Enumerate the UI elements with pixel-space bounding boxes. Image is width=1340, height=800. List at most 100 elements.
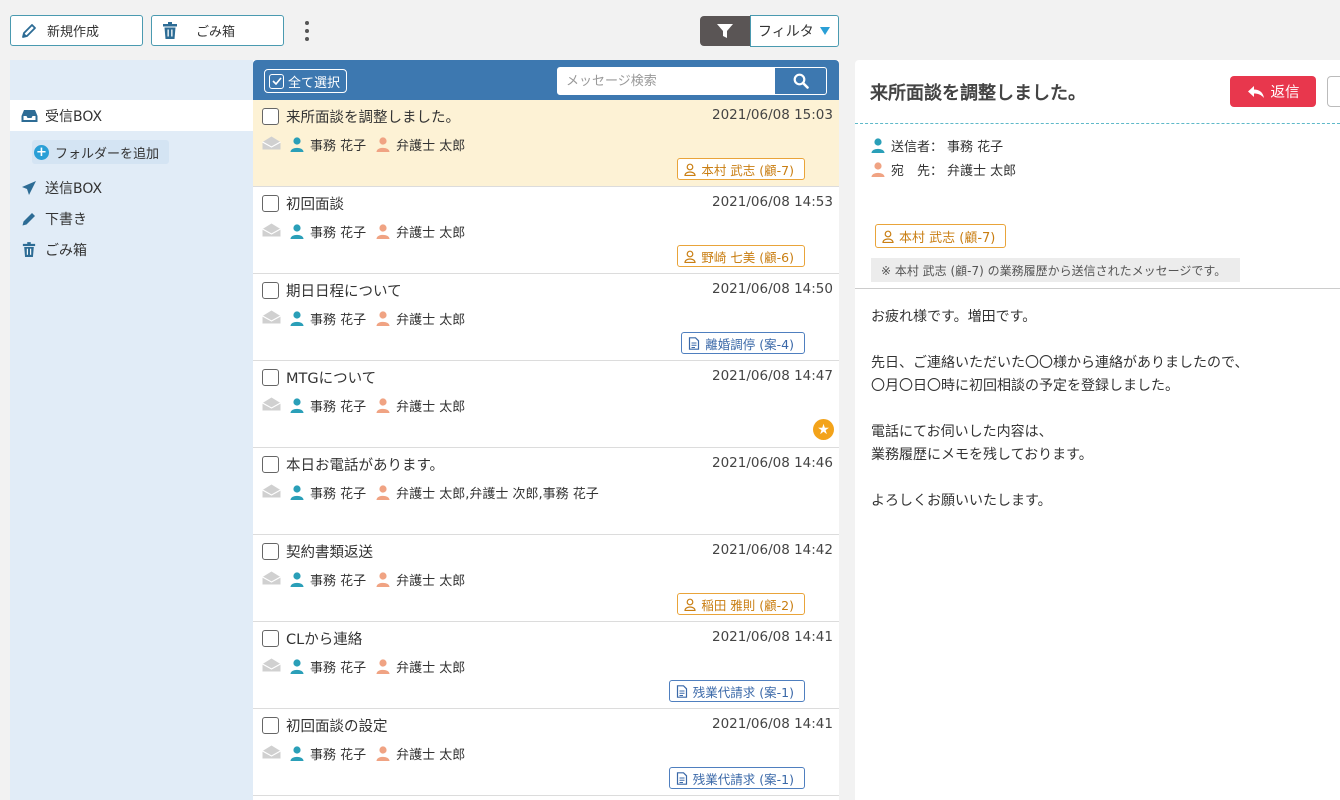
sidebar-item-label: 下書き (45, 211, 87, 228)
envelope-open-icon (262, 571, 281, 585)
recipient-name: 弁護士 太郎 (947, 164, 1017, 179)
message-subject: 契約書類返送 (286, 545, 373, 561)
star-icon[interactable]: ★ (813, 419, 834, 440)
message-recipients: 弁護士 太郎 (396, 574, 466, 589)
row-checkbox[interactable] (262, 543, 279, 560)
message-row[interactable]: MTGについて 2021/06/08 14:47 事務 花子 弁護士 太郎 ★ (253, 361, 839, 448)
message-participants: 事務 花子 弁護士 太郎 (290, 657, 475, 676)
message-date: 2021/06/08 14:50 (711, 281, 833, 297)
row-checkbox[interactable] (262, 456, 279, 473)
message-row[interactable]: CLから連絡 2021/06/08 14:41 事務 花子 弁護士 太郎 残業代… (253, 622, 839, 709)
sidebar-item-inbox[interactable]: 受信BOX (10, 100, 253, 131)
message-subject: 期日日程について (286, 284, 402, 300)
reply-button[interactable]: 返信 (1230, 76, 1316, 107)
filter-dropdown[interactable]: フィルタ (750, 15, 839, 47)
new-message-button[interactable]: 新規作成 (10, 15, 143, 46)
add-folder-label: フォルダーを追加 (55, 146, 160, 162)
recipient-person-icon (376, 572, 390, 587)
more-menu-icon[interactable] (300, 18, 314, 44)
message-row[interactable]: 初回面談の設定 2021/06/08 14:41 事務 花子 弁護士 太郎 残業… (253, 709, 839, 796)
recipient-person-icon (376, 746, 390, 761)
message-row[interactable]: 本日お電話があります。 2021/06/08 14:46 事務 花子 弁護士 太… (253, 448, 839, 535)
message-date: 2021/06/08 15:03 (711, 107, 833, 123)
sidebar-item-drafts[interactable]: 下書き (10, 203, 253, 234)
message-sender: 事務 花子 (310, 487, 367, 502)
tag-label: 本村 武志 (顧-7) (701, 162, 794, 178)
envelope-open-icon (262, 397, 281, 411)
select-all-button[interactable]: 全て選択 (264, 69, 348, 93)
message-date: 2021/06/08 14:53 (711, 194, 833, 210)
message-participants: 事務 花子 弁護士 太郎 (290, 570, 475, 589)
add-folder-button[interactable]: + フォルダーを追加 (32, 140, 170, 164)
message-subject: 初回面談の設定 (286, 719, 388, 735)
recipient-person-icon (376, 659, 390, 674)
message-date: 2021/06/08 14:41 (711, 716, 833, 732)
row-checkbox[interactable] (262, 282, 279, 299)
message-subject: MTGについて (286, 371, 377, 387)
message-subject: CLから連絡 (286, 632, 363, 648)
recipient-person-icon (376, 137, 390, 152)
select-all-label: 全て選択 (288, 75, 341, 91)
client-tag[interactable]: 本村 武志 (顧-7) (677, 158, 805, 180)
case-tag[interactable]: 残業代請求 (案-1) (668, 767, 805, 789)
trash-button[interactable]: ごみ箱 (151, 15, 284, 46)
document-icon (676, 771, 687, 785)
envelope-open-icon (262, 745, 281, 759)
row-checkbox[interactable] (262, 630, 279, 647)
document-icon (689, 336, 700, 350)
envelope-open-icon (262, 658, 281, 672)
message-recipients: 弁護士 太郎 (396, 661, 466, 676)
search-input[interactable] (558, 68, 774, 94)
message-detail: 来所面談を調整しました。 返信 送信者： 事務 花子 宛 先： 弁護士 太郎 本… (855, 60, 1340, 800)
case-tag[interactable]: 離婚調停 (案-4) (681, 332, 805, 354)
checkbox-checked-icon (269, 73, 284, 89)
trash-icon[interactable] (1327, 76, 1340, 107)
message-row[interactable]: 初回面談 2021/06/08 14:53 事務 花子 弁護士 太郎 野崎 七美… (253, 187, 839, 274)
recipient-person-icon (871, 162, 885, 177)
client-tag[interactable]: 本村 武志 (顧-7) (875, 224, 1007, 248)
message-sender: 事務 花子 (310, 226, 367, 241)
trash-icon (160, 21, 180, 41)
message-recipients: 弁護士 太郎 (396, 400, 466, 415)
sender-person-icon (290, 746, 304, 761)
row-checkbox[interactable] (262, 717, 279, 734)
sender-person-icon (290, 137, 304, 152)
message-recipients: 弁護士 太郎,弁護士 次郎,事務 花子 (396, 487, 599, 502)
envelope-open-icon (262, 136, 281, 150)
reply-arrow-icon (1247, 85, 1265, 99)
case-tag[interactable]: 残業代請求 (案-1) (668, 680, 805, 702)
sidebar-item-trash[interactable]: ごみ箱 (10, 234, 253, 265)
sender-person-icon (290, 485, 304, 500)
recipient-person-icon (376, 224, 390, 239)
message-row[interactable]: 来所面談を調整しました。 2021/06/08 15:03 事務 花子 弁護士 … (253, 100, 839, 187)
row-checkbox[interactable] (262, 369, 279, 386)
tag-label: 野崎 七美 (顧-6) (701, 249, 794, 265)
person-outline-icon (684, 250, 696, 263)
sender-person-icon (871, 138, 885, 153)
tag-label: 稲田 雅則 (顧-2) (701, 597, 794, 613)
person-outline-icon (882, 230, 894, 243)
message-participants: 事務 花子 弁護士 太郎 (290, 309, 475, 328)
sender-person-icon (290, 224, 304, 239)
search-button[interactable] (774, 68, 826, 94)
row-checkbox[interactable] (262, 195, 279, 212)
client-tag[interactable]: 野崎 七美 (顧-6) (677, 245, 805, 267)
filter-icon[interactable] (700, 16, 750, 46)
sidebar-item-label: 受信BOX (45, 108, 103, 125)
sender-name: 事務 花子 (947, 140, 1004, 155)
message-row[interactable]: 契約書類返送 2021/06/08 14:42 事務 花子 弁護士 太郎 稲田 … (253, 535, 839, 622)
search-icon (793, 73, 809, 89)
trash-label: ごみ箱 (196, 25, 236, 40)
message-search (557, 67, 827, 95)
message-body: お疲れ様です。増田です。 先日、ご連絡いただいた〇〇様から連絡がありましたので、… (871, 309, 1249, 509)
message-sender: 事務 花子 (310, 574, 367, 589)
sender-row: 送信者： 事務 花子 (871, 136, 1003, 155)
send-icon (20, 179, 38, 197)
client-tag[interactable]: 稲田 雅則 (顧-2) (677, 593, 805, 615)
sender-person-icon (290, 311, 304, 326)
message-row[interactable]: 期日日程について 2021/06/08 14:50 事務 花子 弁護士 太郎 離… (253, 274, 839, 361)
document-icon (676, 684, 687, 698)
tag-label: 離婚調停 (案-4) (705, 336, 794, 352)
sidebar-item-sent[interactable]: 送信BOX (10, 172, 253, 203)
row-checkbox[interactable] (262, 108, 279, 125)
